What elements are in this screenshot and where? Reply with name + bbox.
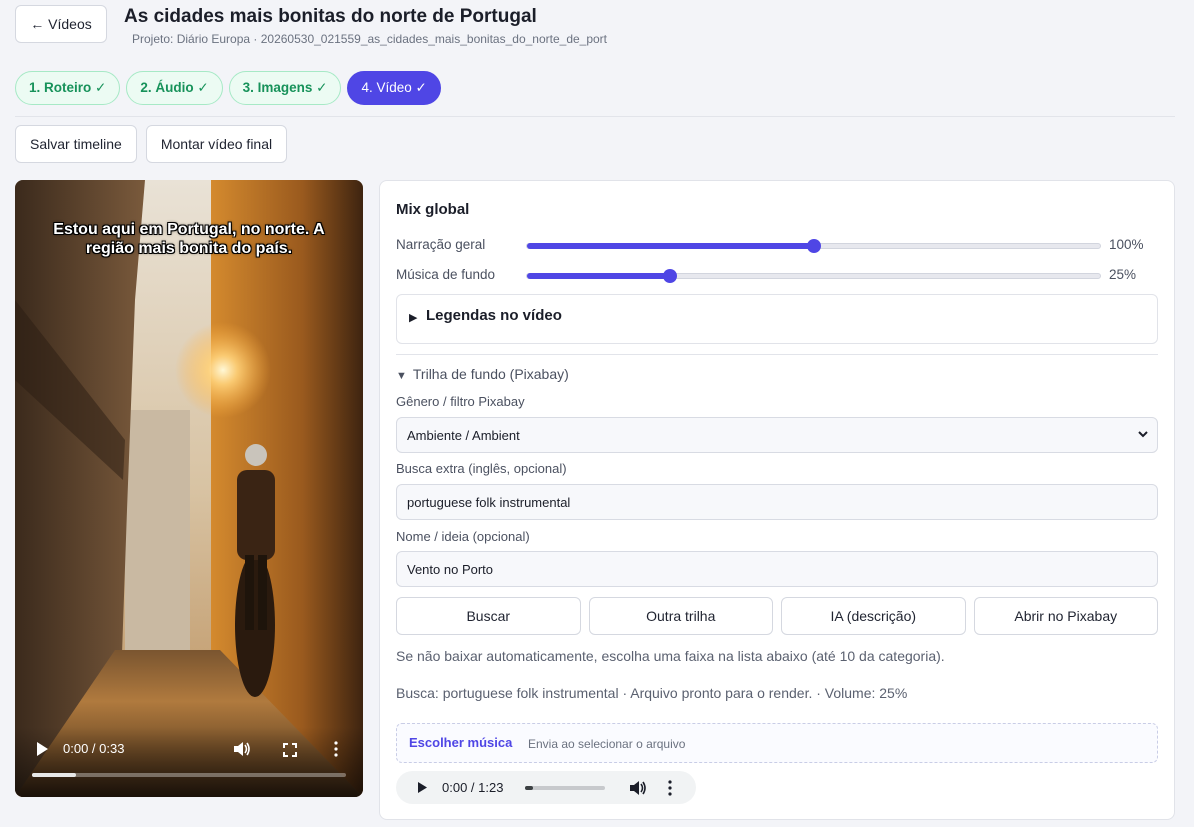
audio-time: 0:00 / 1:23	[442, 780, 504, 795]
track-name-input[interactable]: Vento no Porto	[396, 551, 1158, 587]
narration-slider-thumb[interactable]	[806, 239, 821, 253]
music-label: Música de fundo	[396, 267, 496, 282]
choose-music-button[interactable]: Escolher música	[409, 735, 512, 750]
music-file-drop-zone[interactable]: Escolher música Envia ao selecionar o ar…	[396, 723, 1158, 763]
genre-selected-value: Ambiente / Ambient	[407, 427, 520, 443]
video-player[interactable]: Estou aqui em Portugal, no norte. A regi…	[15, 180, 363, 797]
video-subtitle-text: Estou aqui em Portugal, no norte. A regi…	[53, 221, 325, 257]
tab-roteiro[interactable]: 1. Roteiro ✓	[15, 71, 121, 105]
header-divider	[15, 116, 1175, 117]
mix-title: Mix global	[396, 201, 470, 218]
video-frame-image	[15, 180, 363, 797]
audio-player[interactable]: 0:00 / 1:23	[396, 771, 696, 804]
search-button[interactable]: Buscar	[396, 597, 581, 635]
narration-slider-row: Narração geral 100%	[396, 235, 1160, 255]
page-title: As cidades mais bonitas do norte de Port…	[124, 6, 537, 27]
audio-seek-bar[interactable]	[525, 786, 605, 790]
music-value: 25%	[1109, 267, 1137, 282]
search-extra-value: portuguese folk instrumental	[407, 494, 571, 510]
volume-icon[interactable]	[233, 741, 251, 757]
section-divider	[396, 354, 1158, 355]
captions-section[interactable]: ▶ Legendas no vídeo	[396, 294, 1158, 344]
fullscreen-icon[interactable]	[283, 743, 297, 757]
tab-audio[interactable]: 2. Áudio ✓	[126, 71, 223, 105]
video-time: 0:00 / 0:33	[63, 741, 125, 756]
back-to-videos-button[interactable]: ← Vídeos	[15, 5, 107, 43]
music-slider-row: Música de fundo 25%	[396, 265, 1160, 285]
search-extra-input[interactable]: portuguese folk instrumental	[396, 484, 1158, 520]
track-section-title: Trilha de fundo (Pixabay)	[412, 366, 569, 382]
narration-label: Narração geral	[396, 237, 486, 252]
music-slider-thumb[interactable]	[663, 269, 678, 283]
tab-imagens[interactable]: 3. Imagens ✓	[228, 71, 342, 105]
track-actions: Buscar Outra trilha IA (descrição) Abrir…	[396, 597, 1158, 635]
open-pixabay-button[interactable]: Abrir no Pixabay	[973, 597, 1158, 635]
step-tabs: 1. Roteiro ✓ 2. Áudio ✓ 3. Imagens ✓ 4. …	[15, 71, 441, 105]
track-section-toggle[interactable]: ▼ Trilha de fundo (Pixabay)	[396, 366, 569, 382]
project-subtitle: Projeto: Diário Europa · 20260530_021559…	[132, 32, 608, 46]
expand-triangle-icon: ▶	[409, 312, 418, 324]
more-options-icon[interactable]	[667, 780, 673, 796]
audio-seek-progress	[525, 786, 533, 790]
video-seek-progress	[32, 773, 76, 777]
narration-value: 100%	[1109, 237, 1144, 252]
render-final-video-button[interactable]: Montar vídeo final	[145, 125, 288, 163]
play-icon[interactable]	[417, 781, 428, 794]
ai-description-button[interactable]: IA (descrição)	[781, 597, 966, 635]
track-status: Busca: portuguese folk instrumental · Ar…	[396, 685, 908, 701]
track-name-label: Nome / ideia (opcional)	[396, 529, 530, 544]
chevron-down-icon	[1138, 431, 1148, 438]
search-extra-label: Busca extra (inglês, opcional)	[396, 461, 567, 476]
genre-label: Gênero / filtro Pixabay	[396, 394, 525, 409]
captions-section-title: Legendas no vídeo	[426, 307, 562, 324]
volume-icon[interactable]	[629, 780, 647, 796]
track-name-value: Vento no Porto	[407, 561, 494, 577]
other-track-button[interactable]: Outra trilha	[588, 597, 773, 635]
narration-slider-fill	[527, 243, 814, 249]
settings-panel: Mix global Narração geral 100% Música de…	[379, 180, 1175, 820]
music-slider-fill	[527, 273, 671, 279]
more-options-icon[interactable]	[333, 741, 339, 757]
music-slider[interactable]	[526, 269, 1101, 283]
save-timeline-button[interactable]: Salvar timeline	[15, 125, 137, 163]
video-seek-bar[interactable]	[32, 773, 346, 777]
genre-select[interactable]: Ambiente / Ambient	[396, 417, 1158, 453]
timeline-actions: Salvar timeline Montar vídeo final	[15, 125, 288, 163]
narration-slider[interactable]	[526, 239, 1101, 253]
file-upload-note: Envia ao selecionar o arquivo	[528, 737, 686, 751]
play-icon[interactable]	[35, 741, 49, 757]
page-header: ← Vídeos As cidades mais bonitas do nort…	[15, 5, 1179, 46]
video-controls: 0:00 / 0:33	[15, 727, 363, 797]
collapse-triangle-icon: ▼	[396, 370, 407, 382]
tab-video[interactable]: 4. Vídeo ✓	[347, 71, 441, 105]
download-hint: Se não baixar automaticamente, escolha u…	[396, 648, 945, 664]
